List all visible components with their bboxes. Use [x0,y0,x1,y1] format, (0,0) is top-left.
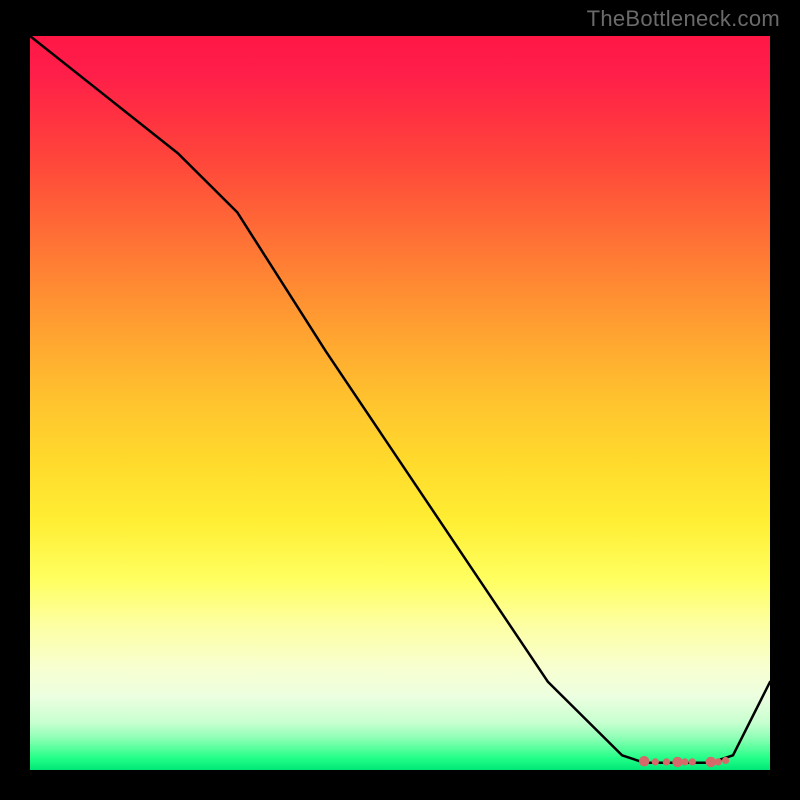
frame-left [0,0,30,800]
valley-marker [706,757,716,767]
plot-area [30,36,770,770]
watermark-text: TheBottleneck.com [587,6,780,32]
valley-marker [715,758,722,765]
valley-marker [689,758,696,765]
valley-marker [722,757,729,764]
chart-svg [30,36,770,770]
frame-bottom [0,770,800,800]
curve-line [30,36,770,763]
valley-marker [639,756,649,766]
valley-marker [681,758,688,765]
valley-marker [663,758,670,765]
valley-marker [652,758,659,765]
valley-marker [672,757,682,767]
valley-marker-group [639,756,729,767]
